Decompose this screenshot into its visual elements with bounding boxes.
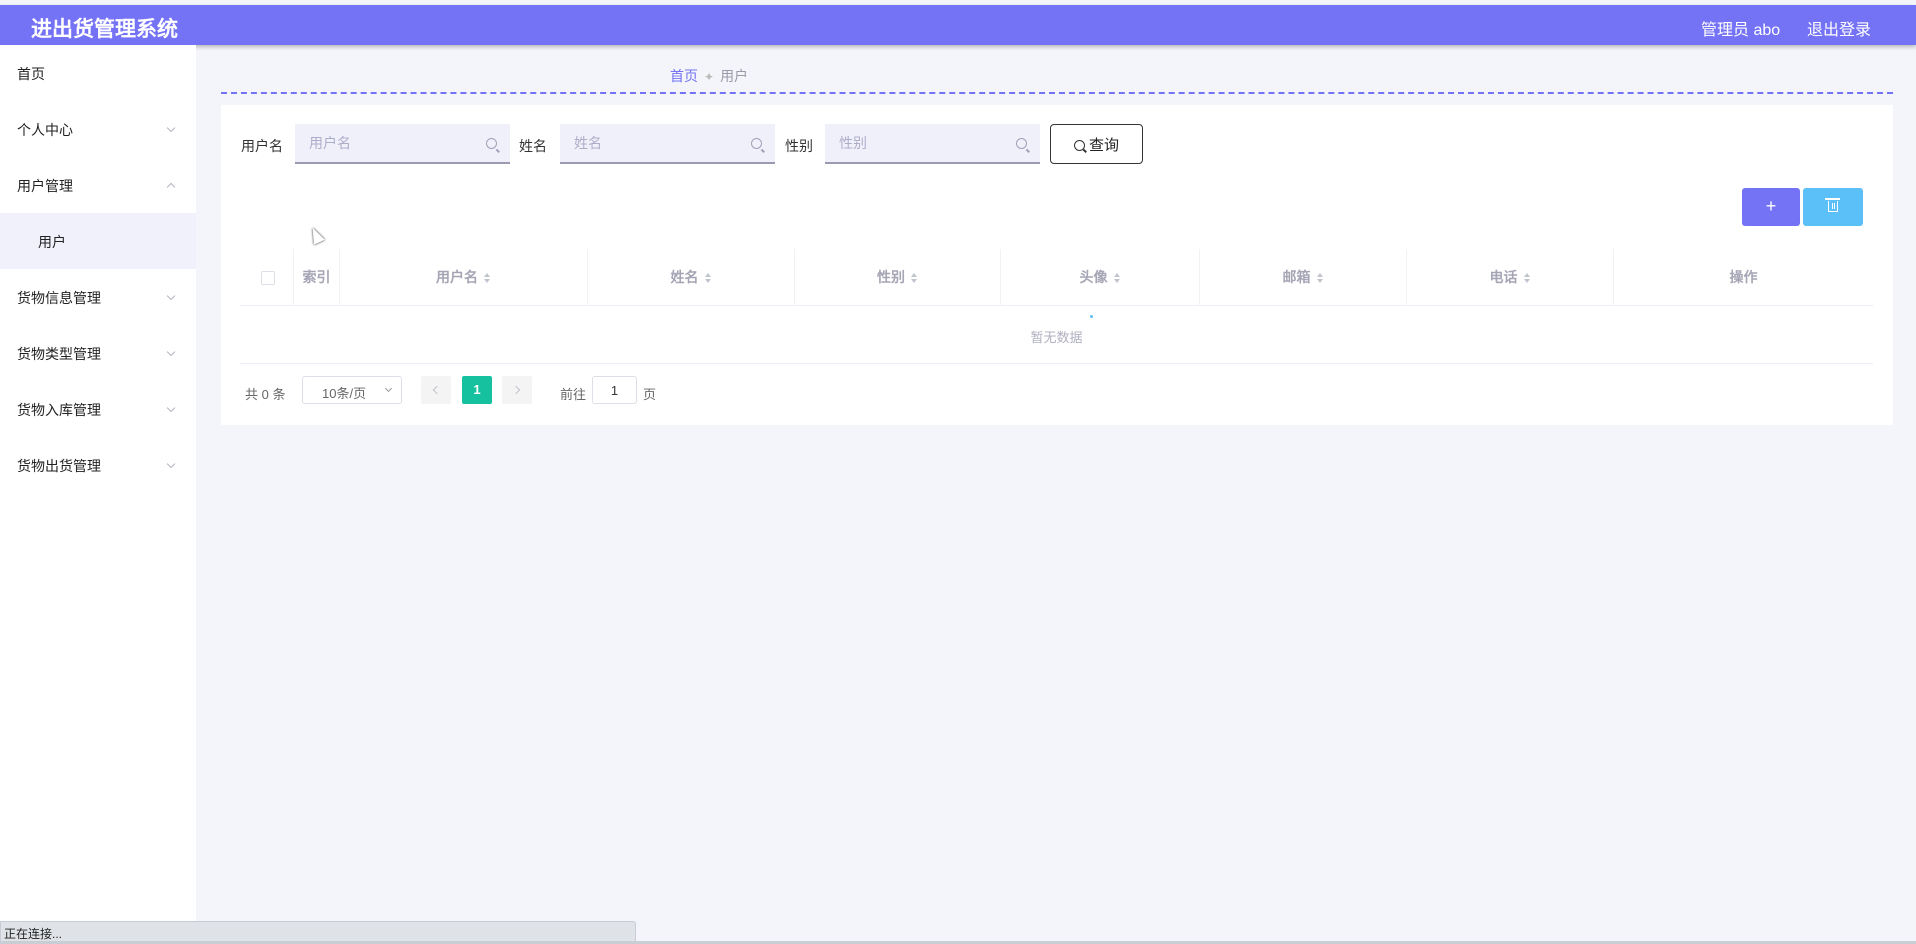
- search-icon: [1073, 139, 1085, 151]
- sidebar-subitem-user[interactable]: 用户: [0, 213, 196, 269]
- goto-label: 前往: [560, 387, 587, 402]
- breadcrumb-current: 用户: [720, 68, 749, 84]
- sidebar-item-goods-info[interactable]: 货物信息管理: [0, 269, 196, 325]
- sidebar-item-label: 货物信息管理: [17, 290, 101, 306]
- sidebar-item-goods-type[interactable]: 货物类型管理: [0, 325, 196, 381]
- name-label: 姓名: [519, 138, 547, 154]
- search-icon: [1016, 138, 1027, 149]
- sidebar-item-goods-inbound[interactable]: 货物入库管理: [0, 381, 196, 437]
- sidebar-item-label: 用户管理: [17, 178, 73, 194]
- table-header-cell: 操作: [1729, 269, 1758, 285]
- sort-icon[interactable]: [1523, 273, 1531, 283]
- sidebar-item-home[interactable]: 首页: [0, 45, 196, 101]
- username-input[interactable]: [295, 124, 510, 164]
- sidebar-item-user-management[interactable]: 用户管理: [0, 157, 196, 213]
- sort-icon[interactable]: [1316, 273, 1324, 283]
- empty-data-text: 暂无数据: [1030, 330, 1083, 345]
- goto-page-input[interactable]: [592, 376, 637, 404]
- breadcrumb-home[interactable]: 首页: [670, 68, 698, 84]
- table-body: 暂无数据: [240, 306, 1873, 364]
- breadcrumb-separator-icon: ✦: [704, 70, 715, 84]
- current-user-label: 管理员 abo: [1701, 22, 1781, 39]
- app-title: 进出货管理系统: [31, 18, 178, 41]
- page-suffix-label: 页: [643, 387, 657, 402]
- page-size-select[interactable]: 10条/页: [302, 376, 402, 404]
- sidebar-item-label: 货物类型管理: [17, 346, 101, 362]
- sort-icon[interactable]: [1113, 273, 1121, 283]
- sidebar-item-label: 货物出货管理: [17, 458, 101, 474]
- gender-input[interactable]: [825, 124, 1040, 164]
- next-page-button[interactable]: [502, 376, 532, 404]
- chevron-down-icon: [166, 123, 176, 133]
- table-header-cell[interactable]: 电话: [1407, 249, 1614, 306]
- chevron-down-icon: [166, 403, 176, 413]
- pagination-total: 共 0 条: [245, 387, 286, 402]
- query-button[interactable]: 查询: [1050, 124, 1143, 164]
- browser-status-bar: 正在连接...: [0, 921, 636, 941]
- sidebar: 首页 个人中心 用户管理 用户 货物信息管理 货物类型管理 货物入库管理 货物出…: [0, 45, 196, 921]
- prev-page-button[interactable]: [421, 376, 451, 404]
- sidebar-item-label: 用户: [38, 234, 66, 250]
- table-header-cell[interactable]: 姓名: [588, 249, 795, 306]
- search-icon: [486, 138, 497, 149]
- username-label: 用户名: [241, 138, 283, 154]
- plus-icon: +: [1765, 196, 1777, 216]
- sidebar-item-goods-outbound[interactable]: 货物出货管理: [0, 437, 196, 493]
- sort-icon[interactable]: [911, 273, 918, 283]
- main-card: 用户名 姓名 性别 查询 + 索引 用户名 姓名 性别 头像 邮箱 电话 操作 …: [221, 105, 1893, 425]
- delete-button[interactable]: [1803, 188, 1863, 226]
- divider: [221, 92, 1893, 94]
- table-header-cell[interactable]: 用户名: [340, 249, 588, 306]
- sidebar-item-personal-center[interactable]: 个人中心: [0, 101, 196, 157]
- table-header: 索引 用户名 姓名 性别 头像 邮箱 电话 操作: [240, 249, 1873, 306]
- sidebar-item-label: 个人中心: [17, 122, 73, 138]
- breadcrumb: 首页 ✦ 用户: [670, 66, 748, 86]
- table-header-select: [240, 249, 294, 306]
- chevron-down-icon: [166, 459, 176, 469]
- query-button-label: 查询: [1088, 136, 1119, 154]
- sort-icon[interactable]: [704, 273, 712, 283]
- add-button[interactable]: +: [1742, 188, 1800, 226]
- sidebar-item-label: 首页: [17, 66, 45, 82]
- chevron-down-icon: [384, 384, 393, 393]
- search-icon: [751, 138, 762, 149]
- table-header-cell[interactable]: 邮箱: [1200, 249, 1407, 306]
- trash-icon: [1825, 198, 1840, 212]
- sidebar-item-label: 货物入库管理: [17, 402, 101, 418]
- loading-icon: [1090, 315, 1093, 318]
- table-header-cell[interactable]: 索引: [294, 249, 340, 306]
- select-all-checkbox[interactable]: [261, 271, 275, 285]
- gender-label: 性别: [785, 138, 813, 154]
- chevron-up-icon: [166, 182, 176, 192]
- table-header-cell[interactable]: 头像: [1001, 249, 1200, 306]
- name-input[interactable]: [560, 124, 775, 164]
- top-header: 进出货管理系统 管理员 abo 退出登录: [0, 5, 1916, 45]
- sort-icon[interactable]: [484, 273, 491, 283]
- chevron-down-icon: [166, 347, 176, 357]
- chevron-down-icon: [166, 291, 176, 301]
- table-header-cell[interactable]: 性别: [795, 249, 1001, 306]
- page-number-button[interactable]: 1: [462, 376, 492, 404]
- logout-link[interactable]: 退出登录: [1807, 16, 1871, 40]
